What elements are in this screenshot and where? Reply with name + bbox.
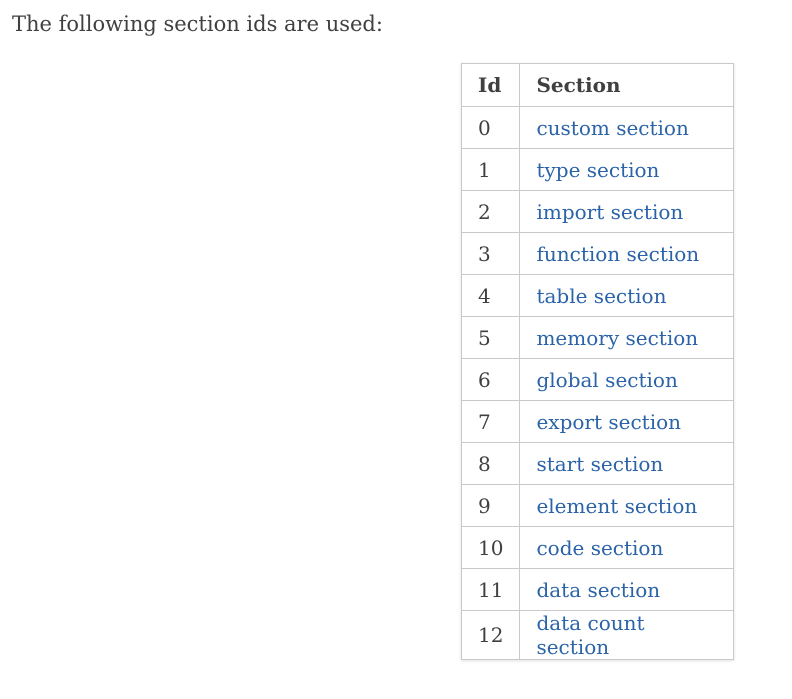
section-name-cell: type section [519,148,735,191]
table-row: 3 function section [460,232,735,275]
section-link[interactable]: function section [536,242,699,266]
section-id-cell: 0 [460,106,521,149]
section-id-cell: 7 [460,400,521,443]
section-name-cell: table section [519,274,735,317]
section-link[interactable]: custom section [536,116,688,140]
section-link[interactable]: global section [536,368,677,392]
section-link[interactable]: export section [536,410,681,434]
table-row: 4 table section [460,274,735,317]
section-name-cell: code section [519,526,735,569]
section-link[interactable]: table section [536,284,666,308]
id-column-header: Id [460,63,521,107]
section-id-cell: 8 [460,442,521,485]
section-id-cell: 12 [460,610,521,660]
section-link[interactable]: element section [536,494,697,518]
section-name-cell: custom section [519,106,735,149]
table-row: 0 custom section [460,106,735,149]
section-id-cell: 9 [460,484,521,527]
section-link[interactable]: memory section [536,326,698,350]
table-row: 6 global section [460,358,735,401]
section-link[interactable]: code section [536,536,663,560]
header-row: Id Section [460,63,735,107]
section-id-cell: 1 [460,148,521,191]
section-name-cell: data section [519,568,735,611]
section-column-header: Section [519,63,735,107]
table-row: 5 memory section [460,316,735,359]
table-body: 0 custom section 1 type section 2 import sect… [460,106,735,660]
section-name-cell: function section [519,232,735,275]
section-link[interactable]: data count section [536,611,644,659]
table-row: 2 import section [460,190,735,233]
table-row: 7 export section [460,400,735,443]
table-row: 8 start section [460,442,735,485]
section-link[interactable]: start section [536,452,663,476]
table-row: 11 data section [460,568,735,611]
section-link[interactable]: data section [536,578,660,602]
table-row: 10 code section [460,526,735,569]
section-id-cell: 3 [460,232,521,275]
section-name-cell: import section [519,190,735,233]
section-id-cell: 4 [460,274,521,317]
section-id-cell: 2 [460,190,521,233]
section-name-cell: start section [519,442,735,485]
section-link[interactable]: import section [536,200,683,224]
section-ids-table: Id Section 0 custom section 1 type section 2… [460,63,735,660]
section-name-cell: memory section [519,316,735,359]
table-header: Id Section [460,63,735,107]
section-id-cell: 11 [460,568,521,611]
table-row: 9 element section [460,484,735,527]
section-link[interactable]: type section [536,158,659,182]
section-id-cell: 6 [460,358,521,401]
section-id-cell: 10 [460,526,521,569]
intro-text: The following section ids are used: [12,12,383,36]
section-name-cell: export section [519,400,735,443]
section-id-cell: 5 [460,316,521,359]
table-row: 1 type section [460,148,735,191]
section-name-cell: element section [519,484,735,527]
table-row: 12 data count section [460,610,735,660]
section-name-cell: data count section [519,610,735,660]
section-name-cell: global section [519,358,735,401]
